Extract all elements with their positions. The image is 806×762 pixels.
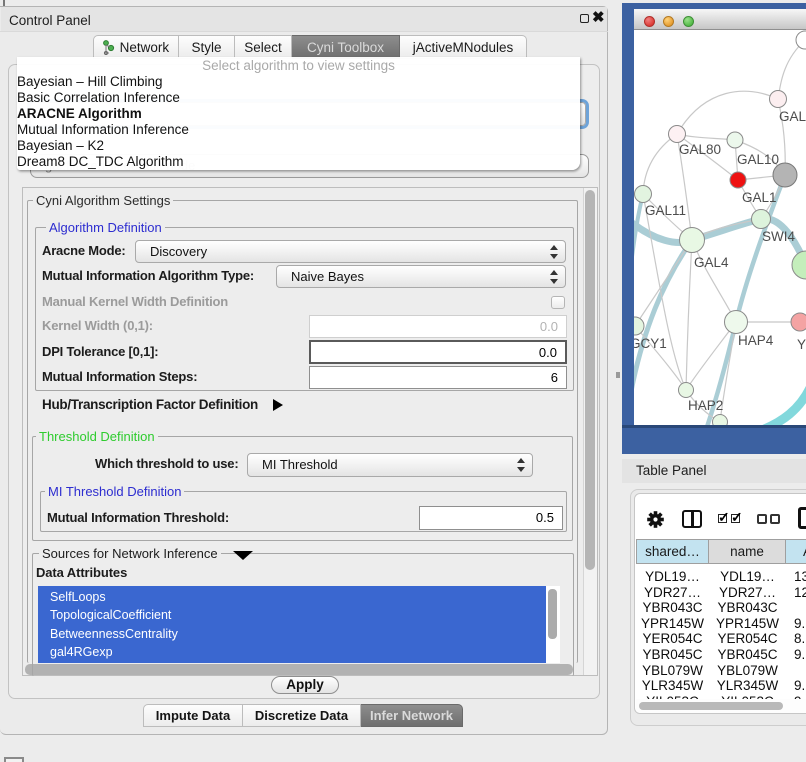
svg-text:HAP4: HAP4 — [738, 333, 774, 348]
svg-text:GCY1: GCY1 — [634, 336, 667, 351]
svg-text:GAL1: GAL1 — [742, 190, 777, 205]
svg-text:GAL4: GAL4 — [694, 255, 729, 270]
svg-text:GAL80: GAL80 — [679, 142, 721, 157]
svg-text:GAL7: GAL7 — [779, 109, 806, 124]
svg-text:SWI4: SWI4 — [762, 229, 795, 244]
svg-text:GAL10: GAL10 — [737, 152, 779, 167]
svg-text:Y: Y — [797, 337, 806, 352]
svg-text:HAP2: HAP2 — [688, 398, 723, 413]
svg-text:GAL11: GAL11 — [645, 203, 686, 218]
